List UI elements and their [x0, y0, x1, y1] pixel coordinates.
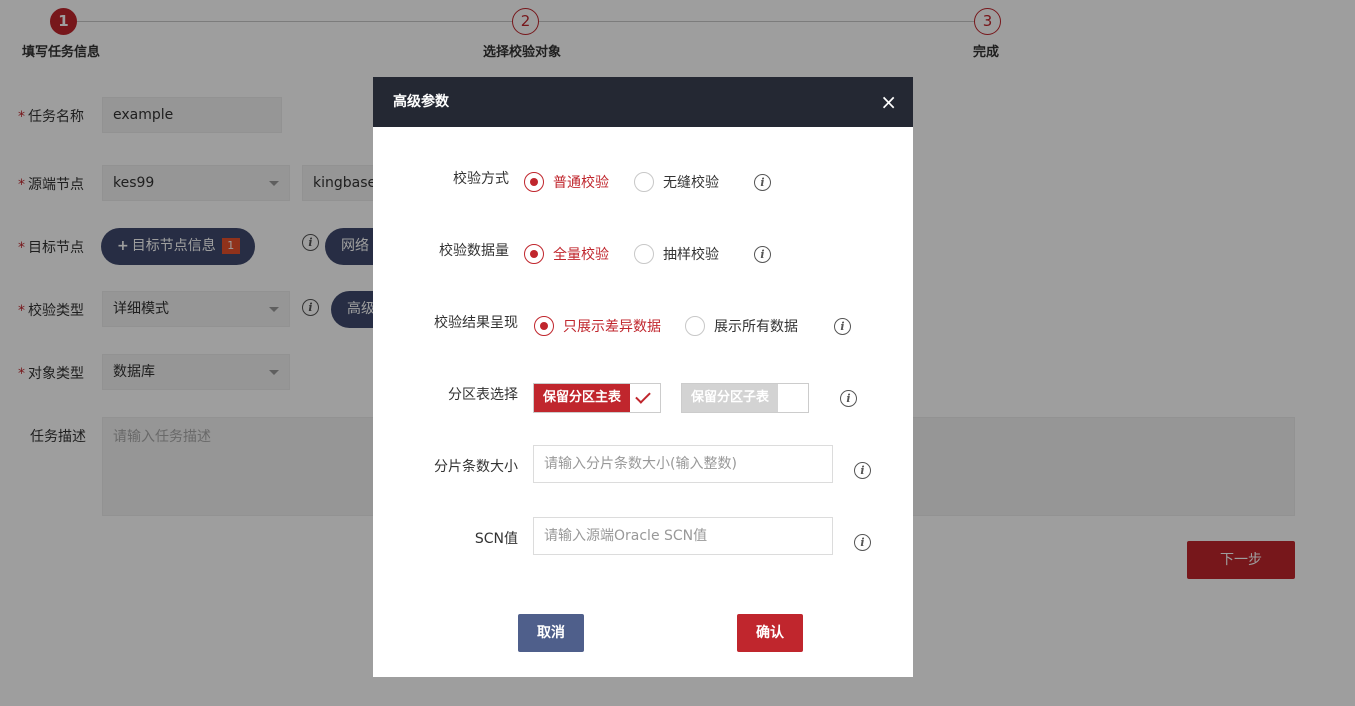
info-icon[interactable]: i	[854, 534, 871, 551]
radio-label: 无缝校验	[663, 175, 719, 191]
scn-label: SCN值	[474, 531, 518, 547]
radio-label: 抽样校验	[663, 247, 719, 263]
close-icon[interactable]: ×	[880, 77, 897, 127]
radio-dot	[685, 316, 705, 336]
info-icon[interactable]: i	[754, 174, 771, 191]
radio-diff-only[interactable]: 只展示差异数据	[534, 316, 661, 336]
info-icon[interactable]: i	[854, 462, 871, 479]
radio-dot	[534, 316, 554, 336]
check-icon	[635, 388, 651, 404]
partition-label: 分区表选择	[448, 387, 518, 403]
radio-normal-check[interactable]: 普通校验	[524, 172, 609, 192]
radio-show-all[interactable]: 展示所有数据	[685, 316, 798, 336]
shard-size-input[interactable]: 请输入分片条数大小(输入整数)	[533, 445, 833, 483]
info-icon[interactable]: i	[754, 246, 771, 263]
check-volume-label: 校验数据量	[439, 243, 509, 259]
radio-full-check[interactable]: 全量校验	[524, 244, 609, 264]
cancel-button[interactable]: 取消	[518, 614, 584, 652]
check-method-label: 校验方式	[453, 171, 509, 187]
radio-dot	[524, 172, 544, 192]
radio-dot	[524, 244, 544, 264]
radio-seamless-check[interactable]: 无缝校验	[634, 172, 719, 192]
shard-size-label: 分片条数大小	[434, 459, 518, 475]
confirm-button[interactable]: 确认	[737, 614, 803, 652]
checkbox-label: 保留分区主表	[534, 384, 631, 412]
dialog-title: 高级参数	[393, 94, 449, 110]
info-icon[interactable]: i	[840, 390, 857, 407]
result-display-label: 校验结果呈现	[434, 315, 518, 331]
checkbox-box	[778, 384, 808, 412]
radio-label: 只展示差异数据	[563, 319, 661, 335]
keep-partition-child-checkbox[interactable]: 保留分区子表	[681, 383, 810, 413]
radio-dot	[634, 172, 654, 192]
advanced-params-dialog: 高级参数 × 校验方式 普通校验 无缝校验 i 校验数据量 全量校验 抽样校验 …	[373, 77, 913, 677]
checkbox-box	[630, 384, 660, 412]
dialog-header: 高级参数 ×	[373, 77, 913, 127]
radio-sample-check[interactable]: 抽样校验	[634, 244, 719, 264]
checkbox-label: 保留分区子表	[682, 384, 779, 412]
radio-label: 展示所有数据	[714, 319, 798, 335]
keep-partition-master-checkbox[interactable]: 保留分区主表	[533, 383, 662, 413]
radio-label: 全量校验	[553, 247, 609, 263]
radio-label: 普通校验	[553, 175, 609, 191]
scn-input[interactable]: 请输入源端Oracle SCN值	[533, 517, 833, 555]
info-icon[interactable]: i	[834, 318, 851, 335]
radio-dot	[634, 244, 654, 264]
